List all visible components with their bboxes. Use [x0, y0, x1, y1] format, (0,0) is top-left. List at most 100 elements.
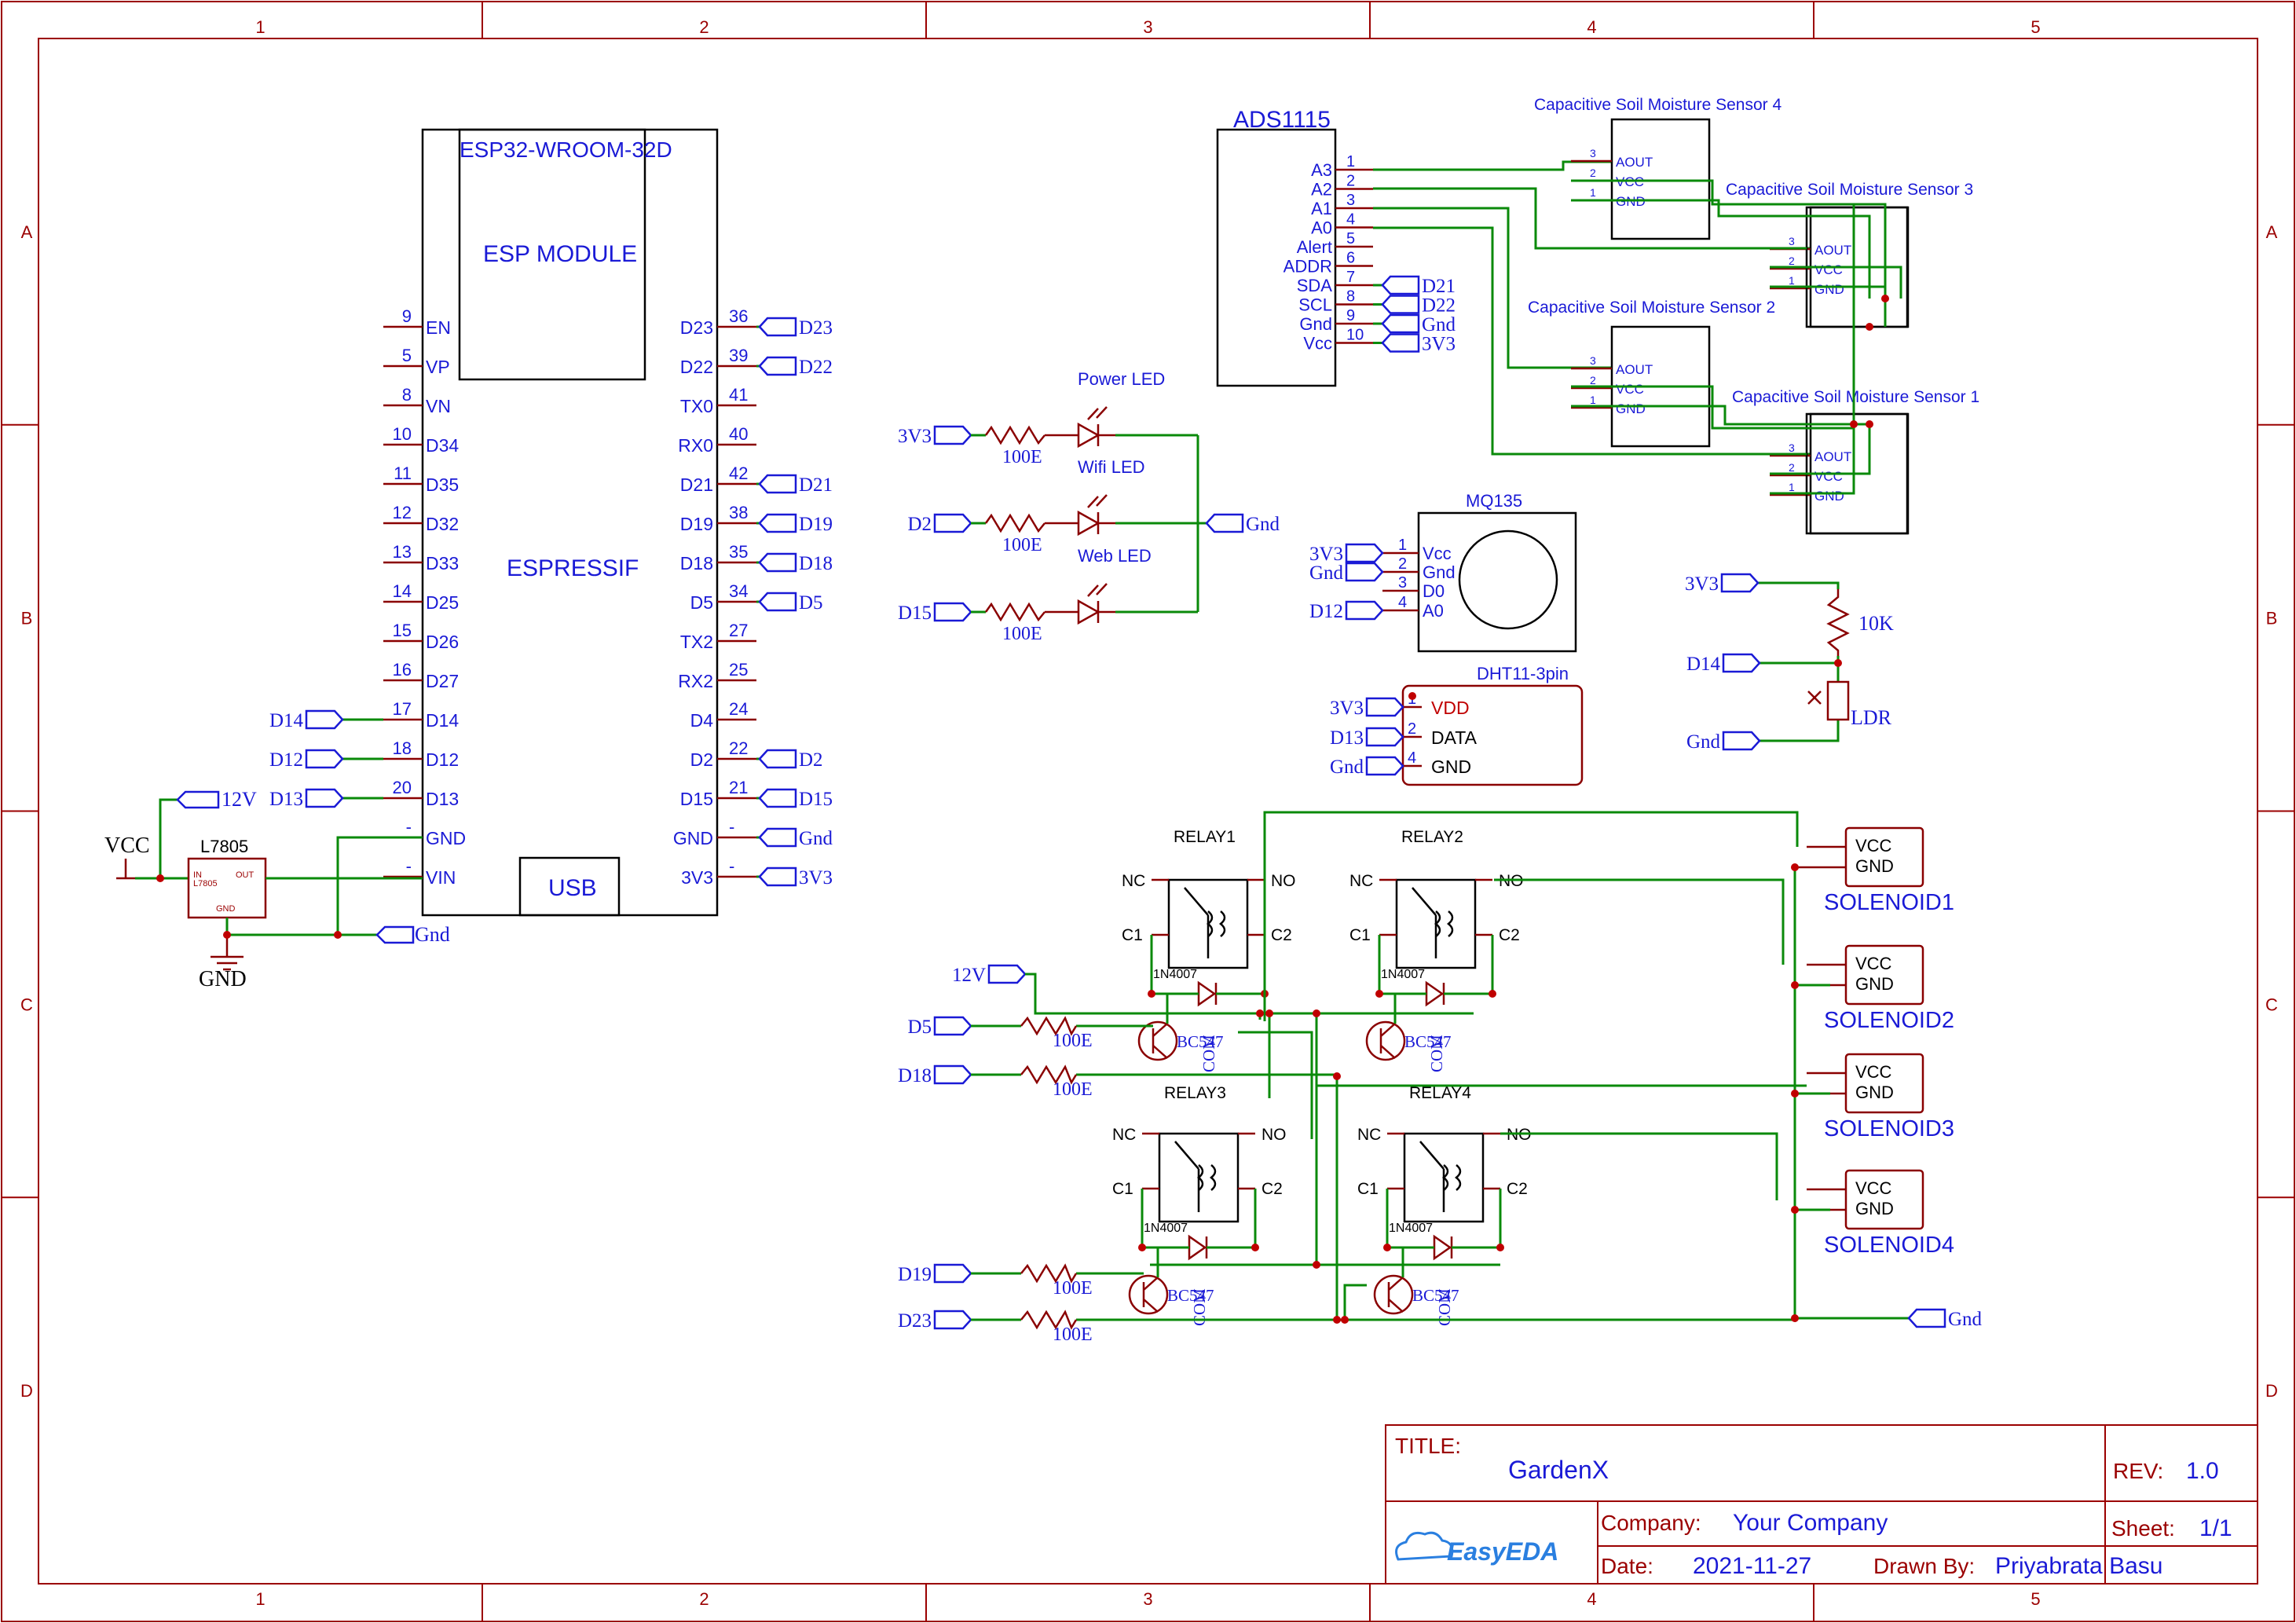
esp32-pin-number: 15 — [393, 621, 412, 640]
ads1115-pin-a3: A3 — [1311, 160, 1332, 180]
net-flag-d23: D23 — [758, 317, 833, 339]
dht11-pin-number: 4 — [1408, 749, 1416, 767]
esp32-pin-d32: D32 — [426, 514, 459, 534]
relay-name: RELAY3 — [1164, 1084, 1226, 1102]
net-flag-d15: D15 — [758, 788, 833, 810]
ads1115-pin-sda: SDA — [1297, 276, 1333, 295]
esp32-name: ESP32-WROOM-32D — [460, 137, 672, 162]
power-section: VCC L7805 IN L7805 OUT GND GND 12V Gnd — [104, 788, 450, 991]
sensor-title: Capacitive Soil Moisture Sensor 2 — [1528, 299, 1775, 317]
esp32-pin-d35: D35 — [426, 474, 459, 495]
net-flag-solenoid-gnd-label: Gnd — [1948, 1309, 1983, 1330]
sensor-pin-aout: AOUT — [1814, 449, 1851, 464]
net-flag-d18-label: D18 — [799, 553, 833, 574]
esp32-pin-d26: D26 — [426, 632, 459, 652]
esp32-pin-number: 20 — [393, 778, 412, 797]
relay-c1: C1 — [1122, 926, 1143, 944]
net-flag-d12-label: D12 — [269, 749, 303, 771]
esp32-pin-gnd: GND — [426, 828, 466, 848]
regulator-name: L7805 — [200, 837, 248, 856]
sensor-pin-number: 2 — [1789, 255, 1795, 267]
esp32-pin-d15: D15 — [680, 789, 713, 809]
sensor-pin-aout: AOUT — [1616, 362, 1653, 377]
mq135-pin-a0: A0 — [1423, 601, 1444, 621]
net-flag-d21: D21 — [758, 474, 833, 496]
vcc-label: VCC — [104, 833, 150, 858]
esp32-pin-d21: D21 — [680, 474, 713, 495]
net-flag-relay-d23-label: D23 — [898, 1310, 932, 1332]
row-label-left: B — [21, 609, 33, 628]
sensor-pin-vcc: VCC — [1814, 469, 1843, 484]
esp32-pin-number: 9 — [402, 306, 412, 326]
ads1115-module: ADS1115 A3 1A2 2A1 3A0 4Alert 5ADDR 6SDA 7SCL 8G… — [1216, 107, 1811, 456]
column-label-bottom: 3 — [1143, 1589, 1152, 1609]
esp32-pin-d4: D4 — [690, 710, 714, 731]
column-label-top: 1 — [255, 17, 265, 37]
esp32-pin-rx0: RX0 — [678, 435, 713, 456]
net-flag-dht-3v3-label: 3V3 — [1330, 698, 1364, 719]
sensor-pin-number: 2 — [1590, 167, 1596, 179]
esp32-module-label: ESP MODULE — [483, 241, 637, 267]
esp32-pin-number: 21 — [729, 778, 748, 797]
led-resistor: 100E — [1002, 447, 1042, 467]
net-flag-gnd: Gnd — [758, 827, 833, 849]
ads1115-pin-a2: A2 — [1311, 180, 1332, 200]
dht11-pin-gnd: GND — [1431, 757, 1471, 777]
sensor-pin-aout: AOUT — [1616, 155, 1653, 170]
esp32-pin-d23: D23 — [680, 317, 713, 338]
net-flag-led-3v3: 3V3 — [898, 425, 972, 447]
net-flag-d18: D18 — [758, 552, 833, 574]
solenoids: VCCGNDSOLENOID1VCCGNDSOLENOID2VCCGNDSOLE… — [1791, 826, 1983, 1330]
net-flag-relay-d18-label: D18 — [898, 1065, 932, 1086]
esp32-pin-gnd: GND — [673, 828, 713, 848]
solenoid-name: SOLENOID1 — [1824, 890, 1954, 915]
esp32-pin-number: 16 — [393, 660, 412, 680]
solenoid-4: VCCGND SOLENOID4 — [1795, 1169, 1954, 1258]
drawn-by-label: Drawn By: — [1873, 1554, 1975, 1578]
solenoid-vcc: VCC — [1855, 1178, 1892, 1198]
net-flag-mq-d12: D12 — [1309, 600, 1384, 622]
esp32-pin-number: 11 — [394, 463, 412, 483]
sensor-pin-number: 1 — [1789, 481, 1795, 493]
solenoid-vcc: VCC — [1855, 836, 1892, 855]
sensor-pin-number: 2 — [1590, 374, 1596, 387]
ads1115-pin-number: 10 — [1346, 327, 1364, 344]
sensor-pin-vcc: VCC — [1814, 262, 1843, 277]
row-label-right: D — [2265, 1381, 2278, 1401]
dht11-name: DHT11-3pin — [1477, 664, 1569, 683]
ads1115-pin-number: 3 — [1346, 192, 1355, 209]
net-flag-d14: D14 — [269, 709, 344, 731]
esp32-pin-rx2: RX2 — [678, 671, 713, 691]
esp32-pin-number: 35 — [729, 542, 748, 562]
net-flag-dht-d13: D13 — [1330, 727, 1404, 749]
sensor-pin-number: 1 — [1590, 394, 1596, 406]
dht11-pin-number: 2 — [1408, 720, 1416, 738]
relay-c2: C2 — [1271, 926, 1292, 944]
esp32-pin-number: - — [729, 817, 734, 837]
solenoid-name: SOLENOID3 — [1824, 1116, 1954, 1141]
led-resistor: 100E — [1002, 535, 1042, 555]
net-flag-ads-3v3-label: 3V3 — [1422, 334, 1456, 355]
sensor-pin-aout: AOUT — [1814, 243, 1851, 258]
column-label-bottom: 1 — [255, 1589, 265, 1609]
soil-sensors: Capacitive Soil Moisture Sensor 4 AOUT 3 VC… — [1528, 96, 1979, 535]
esp32-pin-number: 34 — [729, 581, 748, 601]
esp32-pin-number: 39 — [729, 346, 748, 365]
net-flag-d21-label: D21 — [799, 474, 833, 496]
net-flag-mq-3v3-label: 3V3 — [1309, 544, 1343, 565]
ads1115-pin-number: 7 — [1346, 269, 1355, 286]
esp32-pin-tx2: TX2 — [680, 632, 713, 652]
net-flag-ldr-3v3-label: 3V3 — [1685, 573, 1719, 595]
sensor-pin-number: 3 — [1789, 235, 1795, 247]
relay-name: RELAY1 — [1174, 828, 1236, 846]
relay-nc: NC — [1112, 1126, 1136, 1144]
column-label-top: 5 — [2031, 17, 2040, 37]
net-flag-ldr-gnd: Gnd — [1686, 731, 1761, 753]
ads1115-pin-addr: ADDR — [1283, 257, 1332, 277]
row-label-left: C — [20, 995, 33, 1014]
net-flag-relay-d19: D19 — [898, 1263, 972, 1285]
net-flag-relay-d5: D5 — [907, 1016, 972, 1038]
esp32-pin-vin: VIN — [426, 867, 456, 888]
relay-3: RELAY3NC NOC1 C21N4007BC547COMD19100E — [898, 1084, 1287, 1326]
sensor-pin-gnd: GND — [1814, 489, 1844, 504]
